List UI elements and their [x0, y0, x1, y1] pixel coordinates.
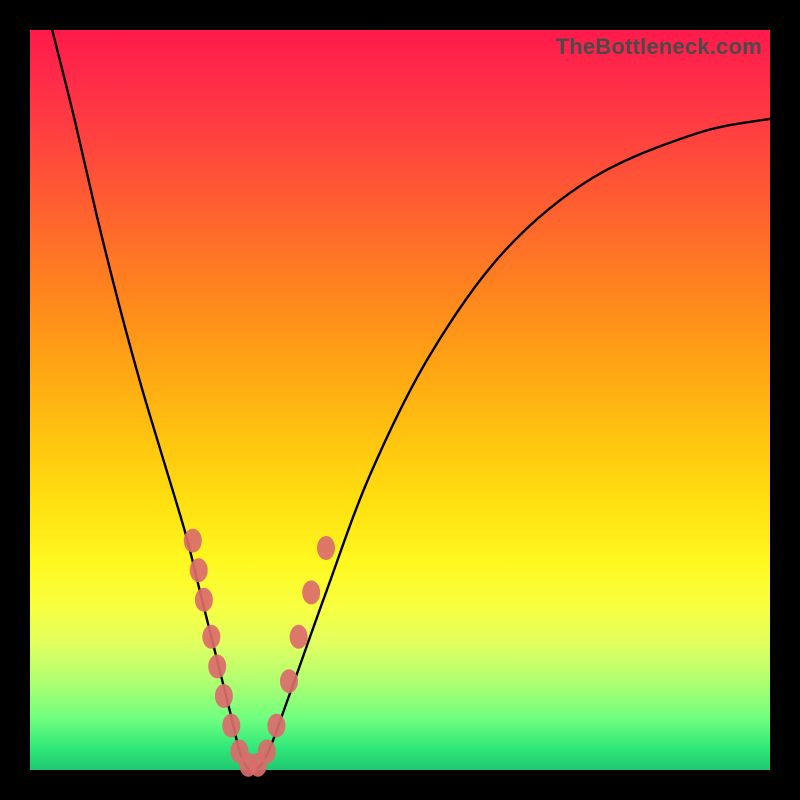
- plot-area: TheBottleneck.com: [30, 30, 770, 770]
- data-marker: [280, 669, 298, 693]
- data-marker: [222, 714, 240, 738]
- marker-group: [184, 529, 335, 777]
- bottleneck-curve: [52, 30, 770, 770]
- data-marker: [290, 625, 308, 649]
- data-marker: [258, 740, 276, 764]
- data-marker: [267, 714, 285, 738]
- data-marker: [208, 654, 226, 678]
- data-marker: [317, 536, 335, 560]
- data-marker: [184, 529, 202, 553]
- data-marker: [215, 684, 233, 708]
- data-marker: [190, 558, 208, 582]
- data-marker: [195, 588, 213, 612]
- data-marker: [302, 580, 320, 604]
- chart-frame: TheBottleneck.com: [0, 0, 800, 800]
- curve-svg: [30, 30, 770, 770]
- data-marker: [202, 625, 220, 649]
